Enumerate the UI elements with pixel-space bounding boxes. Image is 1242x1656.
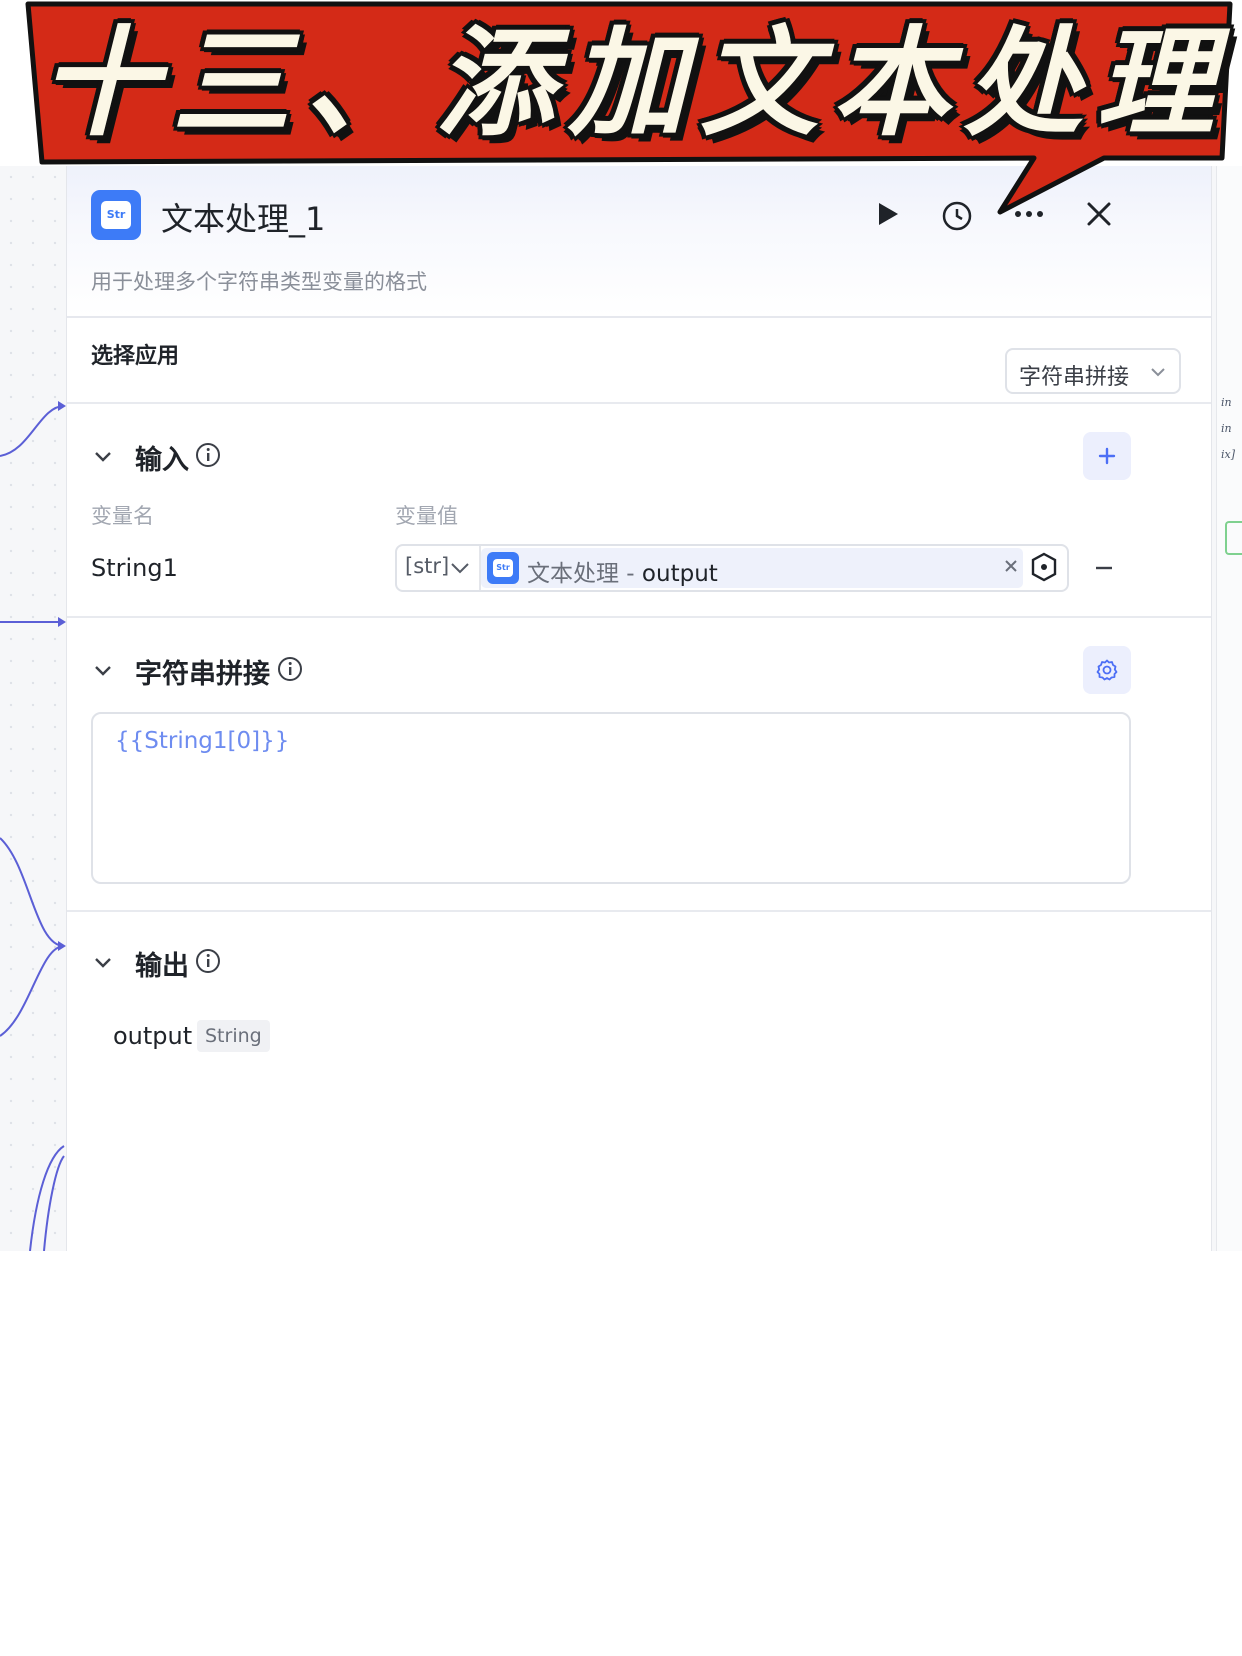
info-icon[interactable]: [195, 948, 221, 974]
side-label: in: [1221, 422, 1232, 435]
template-text: {{String1[0]}}: [115, 728, 290, 754]
variable-picker-icon[interactable]: [1029, 552, 1059, 582]
divider: [67, 616, 1211, 618]
info-icon[interactable]: [277, 656, 303, 682]
node-description: 用于处理多个字符串类型变量的格式: [91, 270, 427, 294]
chevron-down-icon: [1151, 368, 1165, 377]
divider: [67, 402, 1211, 404]
plus-icon: [1098, 447, 1116, 465]
concat-section-title: 字符串拼接: [135, 659, 270, 690]
node-config-panel: Str 文本处理_1 用于处理多个字符串类型变量的格式 选择应用 字符串拼接 输…: [66, 166, 1212, 1251]
side-label: ix]: [1221, 448, 1236, 461]
banner-title: 十三、添加文本处理: [40, 14, 1229, 152]
adjacent-node-border: [1225, 521, 1242, 555]
output-var-name: output: [113, 1022, 193, 1050]
info-icon[interactable]: [195, 442, 221, 468]
add-input-button[interactable]: [1083, 432, 1131, 480]
collapse-concat-chevron-icon[interactable]: [91, 658, 115, 682]
column-header-value: 变量值: [395, 504, 458, 528]
divider: [67, 910, 1211, 912]
collapse-output-chevron-icon[interactable]: [91, 950, 115, 974]
output-section-title: 输出: [135, 951, 189, 982]
collapse-input-chevron-icon[interactable]: [91, 444, 115, 468]
concat-template-editor[interactable]: {{String1[0]}}: [91, 712, 1131, 884]
adjacent-node-edge: in in ix]: [1216, 166, 1242, 1251]
variable-reference-chip[interactable]: Str 文本处理 - output: [481, 548, 1023, 588]
canvas-connection-lines: [0, 401, 66, 1251]
concat-settings-button[interactable]: [1083, 646, 1131, 694]
text-process-node-icon: Str: [487, 552, 519, 584]
side-label: in: [1221, 396, 1232, 409]
input-var-value[interactable]: [str] Str 文本处理 - output: [395, 544, 1069, 592]
input-var-name[interactable]: String1: [91, 554, 178, 582]
remove-row-icon[interactable]: [1093, 558, 1115, 578]
select-app-label: 选择应用: [91, 344, 180, 369]
gear-icon: [1096, 659, 1118, 681]
reference-label: 文本处理 - output: [527, 561, 718, 587]
type-select[interactable]: [str]: [397, 546, 481, 590]
chevron-down-icon: [451, 563, 469, 574]
app-select-value: 字符串拼接: [1019, 365, 1130, 390]
output-type-badge: String: [197, 1020, 270, 1052]
app-select[interactable]: 字符串拼接: [1005, 348, 1181, 394]
input-section-title: 输入: [135, 445, 189, 476]
title-banner: 十三、添加文本处理: [0, 0, 1242, 230]
clear-icon[interactable]: [1001, 556, 1021, 576]
column-header-name: 变量名: [91, 504, 154, 528]
type-select-value: [str]: [405, 554, 450, 578]
